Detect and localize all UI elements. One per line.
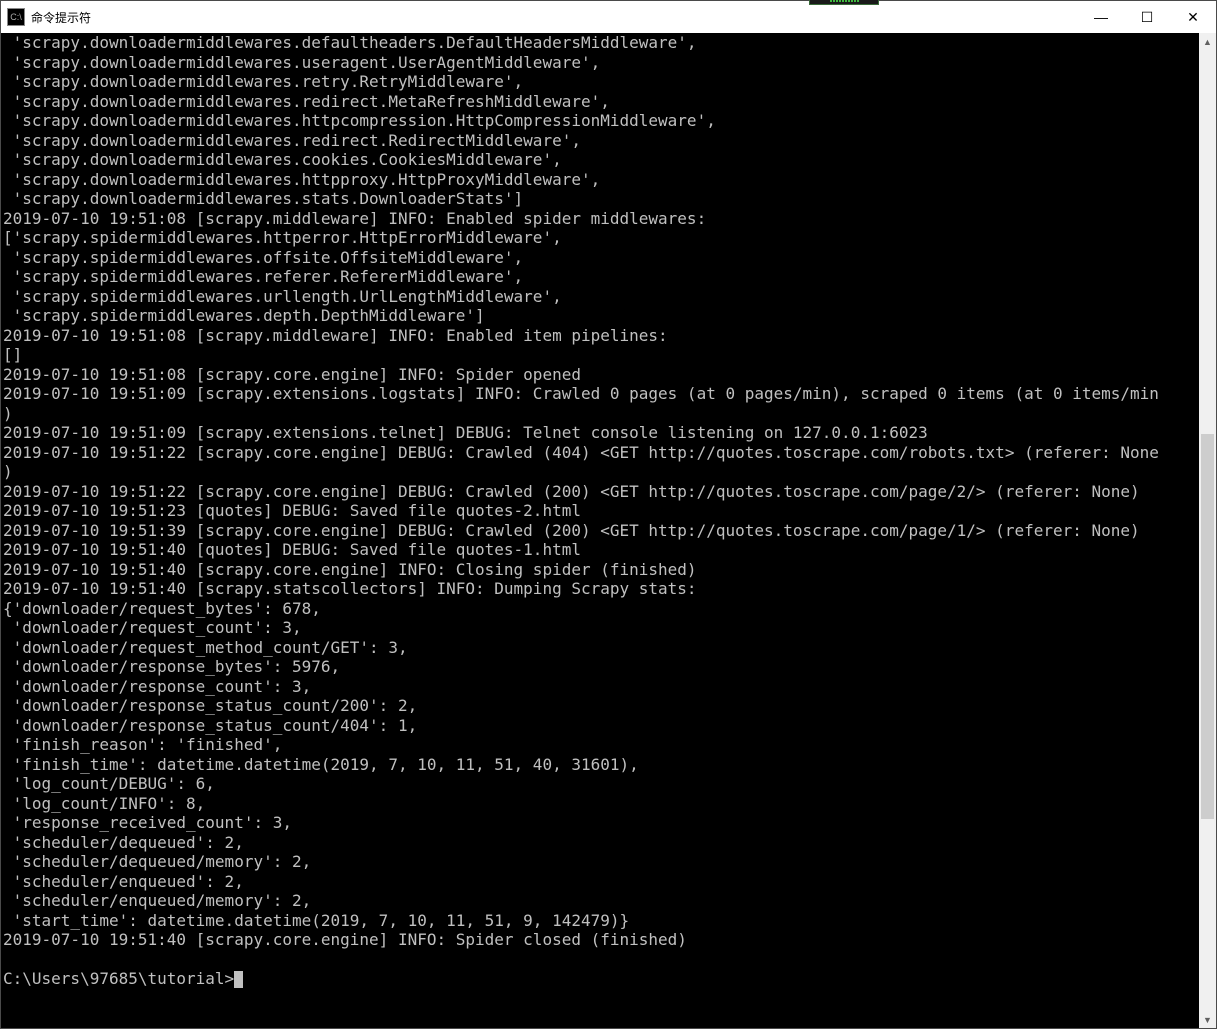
- scroll-up-arrow-icon[interactable]: ▲: [1199, 33, 1216, 50]
- terminal-cursor: [234, 971, 243, 988]
- close-button[interactable]: ✕: [1170, 1, 1216, 33]
- vertical-scrollbar[interactable]: ▲ ▼: [1199, 33, 1216, 1028]
- terminal-area: 'scrapy.downloadermiddlewares.defaulthea…: [1, 33, 1216, 1028]
- activity-indicator-icon: [809, 0, 879, 5]
- minimize-button[interactable]: —: [1078, 1, 1124, 33]
- scroll-down-arrow-icon[interactable]: ▼: [1199, 1011, 1216, 1028]
- maximize-button[interactable]: ☐: [1124, 1, 1170, 33]
- window-controls: — ☐ ✕: [1078, 1, 1216, 33]
- terminal-output[interactable]: 'scrapy.downloadermiddlewares.defaulthea…: [1, 33, 1199, 1028]
- cmd-icon: C:\: [7, 8, 25, 26]
- window-title: 命令提示符: [31, 9, 91, 26]
- scrollbar-thumb[interactable]: [1201, 434, 1214, 818]
- titlebar[interactable]: C:\ 命令提示符 — ☐ ✕: [1, 1, 1216, 33]
- scrollbar-track[interactable]: [1199, 50, 1216, 1011]
- command-prompt-window: C:\ 命令提示符 — ☐ ✕ 'scrapy.downloadermiddle…: [0, 0, 1217, 1029]
